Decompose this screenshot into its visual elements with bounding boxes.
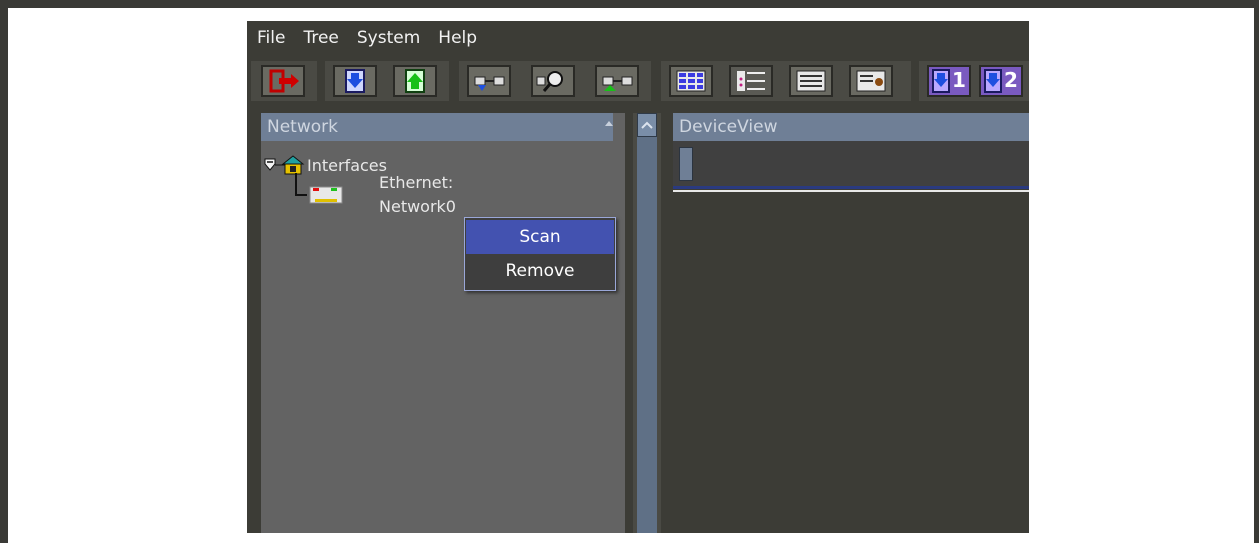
toolbar-group-views: [661, 61, 911, 101]
tree-view-icon: [737, 71, 765, 91]
tree-view-button[interactable]: [729, 65, 773, 97]
slot-1-badge: 1: [952, 68, 966, 92]
scan-magnifier-icon: [536, 71, 563, 92]
context-menu: Scan Remove: [464, 217, 616, 291]
chevron-up-icon: [641, 121, 653, 129]
menu-tree[interactable]: Tree: [294, 21, 347, 55]
toolbar-group-network: [459, 61, 651, 101]
menu-system[interactable]: System: [348, 21, 429, 55]
list-view-button[interactable]: [789, 65, 833, 97]
exit-button[interactable]: [261, 65, 305, 97]
upload-icon: [405, 69, 425, 93]
download-slot-2-button[interactable]: 2: [979, 65, 1023, 97]
ethernet-label: Ethernet:: [379, 173, 454, 192]
network-up-button[interactable]: [595, 65, 639, 97]
network-panel-title: Network: [261, 113, 613, 141]
device-separator-blue: [673, 186, 1029, 189]
grid-view-button[interactable]: [669, 65, 713, 97]
device-separator-white: [673, 190, 1029, 192]
tree-node-interfaces-label: Interfaces: [307, 155, 387, 175]
grid-view-icon: [676, 70, 706, 92]
download-icon: [345, 69, 365, 93]
download-button[interactable]: [333, 65, 377, 97]
context-menu-scan[interactable]: Scan: [466, 220, 614, 254]
tree-connector-vertical: [295, 173, 297, 195]
device-strip-tab[interactable]: [679, 147, 693, 181]
download-slot-1-button[interactable]: 1: [927, 65, 971, 97]
window-right-border: [1254, 0, 1259, 543]
device-view-title: DeviceView: [673, 113, 1029, 141]
network-down-button[interactable]: [467, 65, 511, 97]
tree-connector-horizontal: [295, 194, 307, 196]
scan-button[interactable]: [531, 65, 575, 97]
network0-label: Network0: [379, 197, 456, 216]
network-panel: Network Interfaces Ethernet: Network0: [261, 113, 625, 533]
tree-node-interfaces[interactable]: Interfaces: [263, 155, 387, 175]
menu-help[interactable]: Help: [429, 21, 486, 55]
upload-button[interactable]: [393, 65, 437, 97]
panel-splitter[interactable]: [633, 113, 661, 533]
menu-bar: File Tree System Help: [247, 21, 1029, 55]
application-window: File Tree System Help 1 2 Network Interf…: [247, 21, 1029, 533]
device-detail-icon: [856, 70, 886, 92]
window-left-border: [0, 0, 8, 543]
collapse-arrow-icon[interactable]: [605, 121, 613, 126]
toolbar-group-exit: [251, 61, 317, 101]
device-detail-button[interactable]: [849, 65, 893, 97]
interfaces-node-icon: [264, 155, 305, 175]
menu-file[interactable]: File: [247, 21, 294, 55]
tree-node-ethernet[interactable]: Ethernet: Network0: [379, 171, 456, 219]
window-top-border: [0, 0, 1259, 8]
device-view-panel: DeviceView: [673, 113, 1029, 533]
slot-2-badge: 2: [1004, 68, 1018, 92]
network-down-icon: [474, 76, 505, 91]
ethernet-adapter-icon: [309, 186, 343, 204]
toolbar-group-slots: 1 2: [919, 61, 1029, 101]
scroll-up-button[interactable]: [637, 113, 657, 137]
exit-icon: [269, 69, 299, 93]
toolbar-group-transfer: [325, 61, 449, 101]
splitter-track[interactable]: [637, 113, 657, 533]
device-strip: [673, 141, 1029, 187]
list-view-icon: [796, 70, 826, 92]
network-up-icon: [602, 76, 633, 91]
context-menu-remove[interactable]: Remove: [466, 254, 614, 288]
toolbar: 1 2: [247, 61, 1029, 101]
